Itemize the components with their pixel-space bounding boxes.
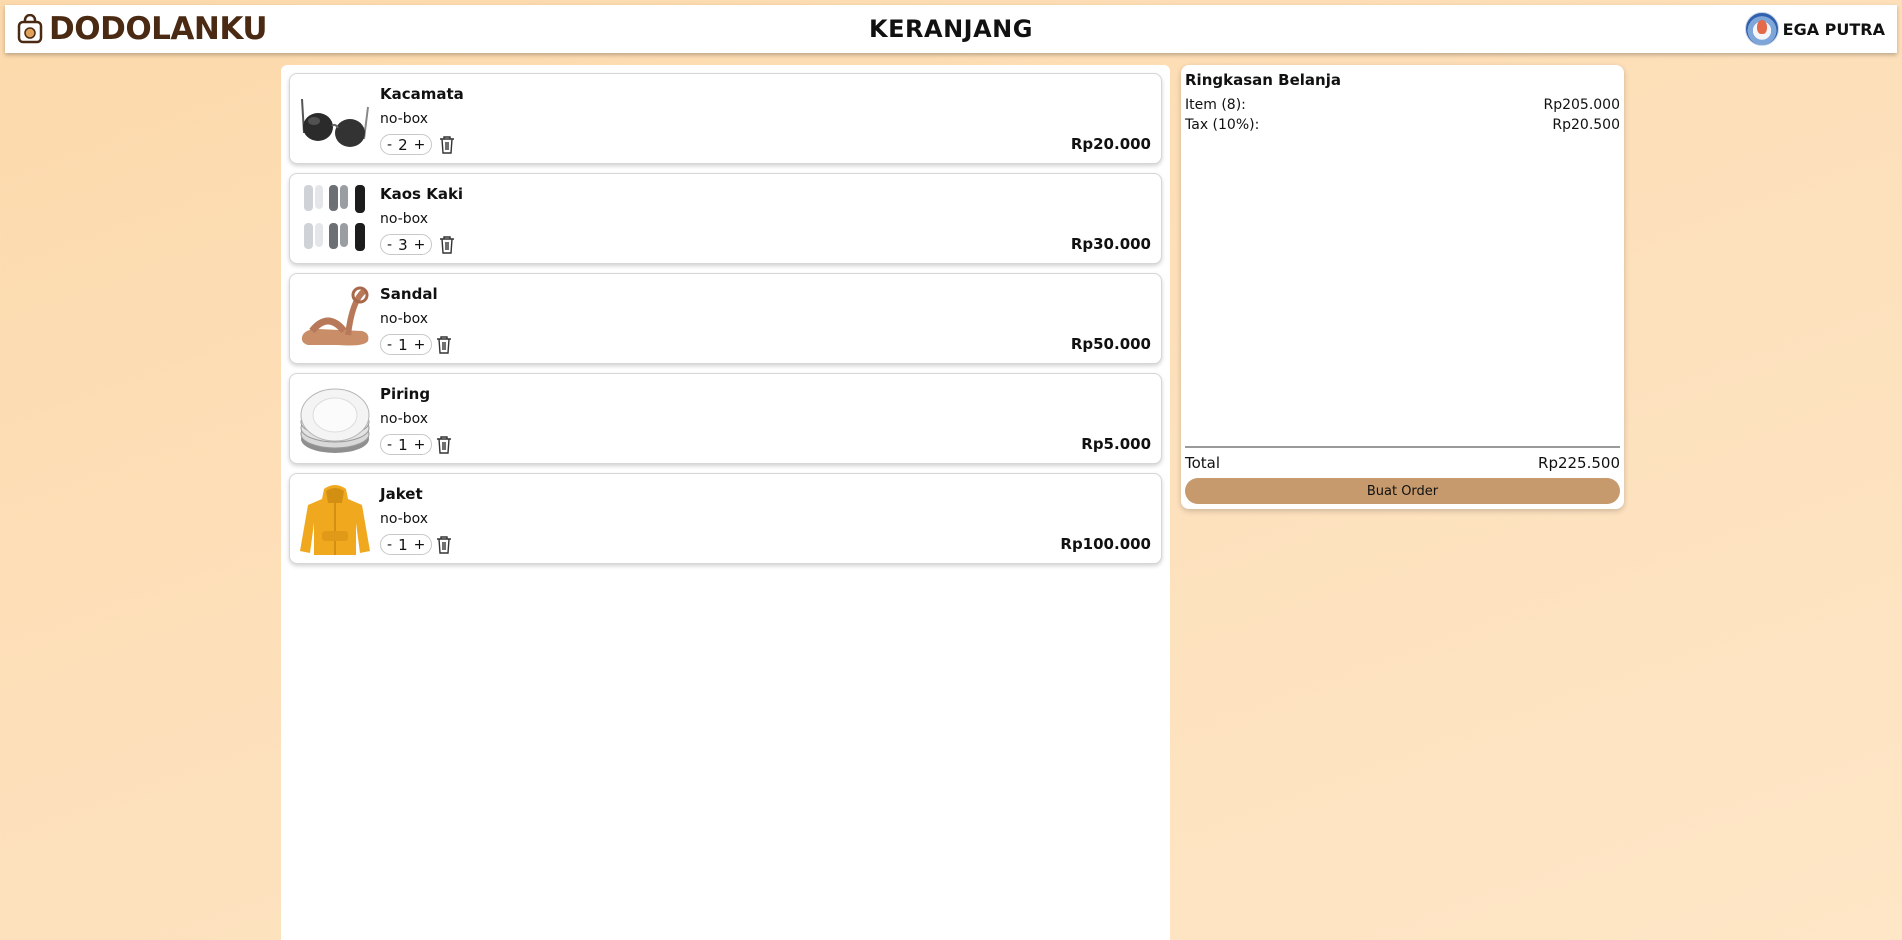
sandal-image	[298, 281, 372, 357]
trash-icon[interactable]	[439, 236, 455, 254]
item-price: Rp20.000	[1070, 135, 1151, 153]
item-variant: no-box	[380, 411, 429, 427]
item-name: Sandal	[380, 285, 438, 303]
items-label: Item (8):	[1185, 97, 1246, 113]
quantity-value: 1	[398, 335, 408, 354]
item-price: Rp50.000	[1070, 335, 1151, 353]
item-price: Rp100.000	[1060, 535, 1151, 553]
trash-icon[interactable]	[436, 436, 452, 454]
item-price: Rp30.000	[1070, 235, 1151, 253]
summary-tax-row: Tax (10%): Rp20.500	[1185, 115, 1620, 135]
increase-button[interactable]: +	[414, 337, 426, 353]
socks-image	[298, 181, 372, 257]
trash-icon[interactable]	[436, 336, 452, 354]
top-navbar: DODOLANKU KERANJANG EGA PUTRA	[5, 5, 1897, 53]
item-price: Rp5.000	[1081, 435, 1151, 453]
cart-item: Piring no-box - 1 + Rp5.000	[289, 373, 1162, 464]
total-value: Rp225.500	[1538, 454, 1620, 472]
increase-button[interactable]: +	[414, 437, 426, 453]
summary-divider	[1185, 446, 1620, 448]
item-name: Jaket	[380, 485, 423, 503]
jacket-image	[298, 481, 372, 557]
summary-total-row: Total Rp225.500	[1185, 454, 1620, 472]
quantity-stepper: - 1 +	[380, 434, 433, 455]
item-variant: no-box	[380, 211, 429, 227]
decrease-button[interactable]: -	[387, 437, 392, 453]
quantity-value: 1	[398, 535, 408, 554]
quantity-stepper: - 1 +	[380, 334, 433, 355]
quantity-stepper: - 1 +	[380, 534, 433, 555]
cart-item: Kacamata no-box - 2 + Rp20.000	[289, 73, 1162, 164]
quantity-value: 1	[398, 435, 408, 454]
quantity-stepper: - 3 +	[380, 234, 433, 255]
increase-button[interactable]: +	[414, 137, 426, 153]
item-variant: no-box	[380, 311, 429, 327]
item-variant: no-box	[380, 111, 429, 127]
shopping-bag-icon	[17, 14, 43, 44]
item-name: Kacamata	[380, 85, 464, 103]
user-name: EGA PUTRA	[1782, 19, 1885, 39]
decrease-button[interactable]: -	[387, 337, 392, 353]
trash-icon[interactable]	[436, 536, 452, 554]
page-title: KERANJANG	[869, 15, 1033, 43]
item-variant: no-box	[380, 511, 429, 527]
increase-button[interactable]: +	[414, 537, 426, 553]
quantity-value: 2	[398, 135, 408, 154]
cart-item: Sandal no-box - 1 + Rp50.000	[289, 273, 1162, 364]
items-value: Rp205.000	[1543, 97, 1620, 113]
sunglasses-image	[298, 81, 372, 157]
cart-item: Kaos Kaki no-box - 3 + Rp30.000	[289, 173, 1162, 264]
decrease-button[interactable]: -	[387, 237, 392, 253]
trash-icon[interactable]	[439, 136, 455, 154]
increase-button[interactable]: +	[414, 237, 426, 253]
decrease-button[interactable]: -	[387, 137, 392, 153]
avatar[interactable]	[1744, 12, 1779, 46]
brand-logo[interactable]: DODOLANKU	[17, 11, 268, 47]
item-name: Piring	[380, 385, 431, 403]
quantity-stepper: - 2 +	[380, 134, 433, 155]
item-name: Kaos Kaki	[380, 185, 464, 203]
tax-value: Rp20.500	[1552, 117, 1620, 133]
quantity-value: 3	[398, 235, 408, 254]
summary-items-row: Item (8): Rp205.000	[1185, 95, 1620, 115]
tax-label: Tax (10%):	[1185, 117, 1260, 133]
user-menu[interactable]: EGA PUTRA	[1744, 12, 1885, 46]
cart-item: Jaket no-box - 1 + Rp100.000	[289, 473, 1162, 564]
brand-name: DODOLANKU	[49, 11, 268, 47]
plates-image	[298, 381, 372, 457]
total-label: Total	[1185, 454, 1221, 472]
create-order-button[interactable]: Buat Order	[1185, 478, 1620, 504]
order-summary: Ringkasan Belanja Item (8): Rp205.000 Ta…	[1181, 65, 1624, 509]
summary-title: Ringkasan Belanja	[1185, 71, 1341, 89]
decrease-button[interactable]: -	[387, 537, 392, 553]
cart-panel: Kacamata no-box - 2 + Rp20.000 Kaos Kaki…	[281, 65, 1170, 940]
